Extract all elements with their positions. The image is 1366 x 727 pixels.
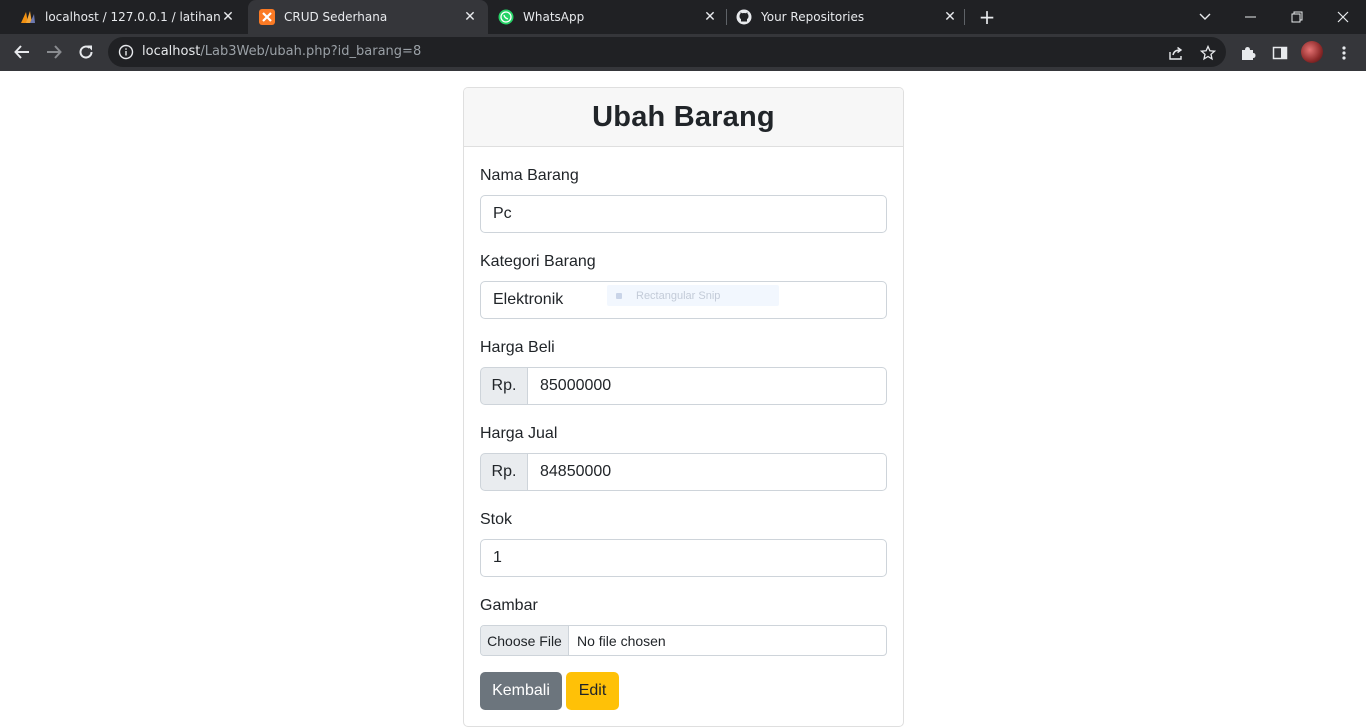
stok-input[interactable]: 1 (480, 539, 887, 577)
phpmyadmin-icon (20, 9, 36, 25)
edit-form-card: Ubah Barang Nama Barang Pc Kategori Bara… (463, 87, 904, 727)
menu-button[interactable] (1334, 43, 1354, 63)
xampp-icon (259, 9, 275, 25)
whatsapp-icon (498, 9, 514, 25)
tab-github[interactable]: Your Repositories ✕ (728, 0, 968, 34)
gambar-file-input[interactable]: Choose File No file chosen (480, 625, 887, 656)
tab-title: CRUD Sederhana (284, 10, 388, 24)
harga-jual-group: Rp. 84850000 (480, 453, 887, 491)
side-panel-icon (1272, 46, 1288, 60)
kategori-barang-label: Kategori Barang (480, 253, 596, 270)
puzzle-icon (1242, 47, 1256, 60)
harga-beli-label: Harga Beli (480, 339, 555, 356)
kembali-button[interactable]: Kembali (480, 672, 562, 710)
edit-button[interactable]: Edit (566, 672, 619, 710)
harga-jual-label: Harga Jual (480, 425, 558, 442)
tab-title: Your Repositories (761, 10, 865, 24)
tab-phpmyadmin[interactable]: localhost / 127.0.0.1 / latihan1 | p ✕ (0, 0, 246, 34)
reload-button[interactable] (72, 38, 100, 66)
nama-barang-value: Pc (493, 205, 512, 222)
arrow-left-icon (14, 45, 29, 59)
star-icon (1200, 45, 1216, 61)
side-panel-button[interactable] (1270, 43, 1290, 63)
tab-search-button[interactable] (1182, 0, 1228, 34)
tab-whatsapp[interactable]: WhatsApp ✕ (488, 0, 728, 34)
nama-barang-label: Nama Barang (480, 167, 579, 184)
stok-value: 1 (493, 549, 502, 566)
snip-icon (616, 292, 622, 299)
minimize-button[interactable] (1228, 0, 1274, 34)
harga-jual-value: 84850000 (540, 463, 612, 480)
tab-strip: localhost / 127.0.0.1 / latihan1 | p ✕ C… (0, 0, 1366, 34)
browser-toolbar: localhost/Lab3Web/ubah.php?id_barang=8 (0, 34, 1366, 71)
close-icon (1337, 11, 1349, 23)
card-header: Ubah Barang (464, 88, 903, 147)
snip-label: Rectangular Snip (636, 289, 721, 302)
kebab-menu-icon (1342, 46, 1346, 60)
tab-title: WhatsApp (523, 10, 585, 24)
close-icon[interactable]: ✕ (942, 9, 958, 25)
close-icon[interactable]: ✕ (220, 9, 236, 25)
page-title: Ubah Barang (592, 100, 775, 133)
arrow-right-icon (47, 45, 62, 59)
tab-crud-sederhana[interactable]: CRUD Sederhana ✕ (248, 0, 488, 34)
share-button[interactable] (1167, 44, 1185, 62)
minimize-icon (1245, 16, 1256, 18)
close-icon[interactable]: ✕ (462, 9, 478, 25)
share-icon (1169, 46, 1183, 60)
info-icon[interactable] (118, 44, 134, 60)
kategori-barang-value: Elektronik (493, 291, 564, 308)
url-host: localhost (142, 44, 201, 59)
currency-prefix: Rp. (480, 367, 528, 405)
harga-beli-input[interactable]: 85000000 (528, 367, 887, 405)
gambar-label: Gambar (480, 597, 538, 614)
harga-beli-group: Rp. 85000000 (480, 367, 887, 405)
forward-button[interactable] (40, 38, 68, 66)
reload-icon (79, 45, 93, 59)
extensions-button[interactable] (1238, 43, 1258, 63)
back-button[interactable] (8, 38, 36, 66)
choose-file-button[interactable]: Choose File (481, 626, 569, 655)
harga-beli-value: 85000000 (540, 377, 612, 394)
stok-label: Stok (480, 511, 513, 528)
tab-separator (964, 9, 965, 25)
snip-overlay: Rectangular Snip (607, 285, 779, 306)
github-icon (736, 9, 752, 25)
url-text[interactable]: localhost/Lab3Web/ubah.php?id_barang=8 (142, 44, 421, 59)
profile-avatar[interactable] (1301, 41, 1323, 63)
address-bar[interactable]: localhost/Lab3Web/ubah.php?id_barang=8 (108, 37, 1226, 67)
restore-icon (1291, 11, 1303, 23)
url-path: /Lab3Web/ubah.php?id_barang=8 (200, 44, 422, 59)
close-window-button[interactable] (1320, 0, 1366, 34)
restore-button[interactable] (1274, 0, 1320, 34)
nama-barang-input[interactable]: Pc (480, 195, 887, 233)
currency-prefix: Rp. (480, 453, 528, 491)
bookmark-button[interactable] (1199, 44, 1217, 62)
close-icon[interactable]: ✕ (702, 9, 718, 25)
harga-jual-input[interactable]: 84850000 (528, 453, 887, 491)
tab-title: localhost / 127.0.0.1 / latihan1 | p (45, 10, 220, 24)
tab-separator (726, 9, 727, 25)
file-status: No file chosen (577, 632, 666, 649)
chevron-down-icon (1199, 13, 1211, 20)
new-tab-button[interactable]: + (976, 5, 998, 29)
